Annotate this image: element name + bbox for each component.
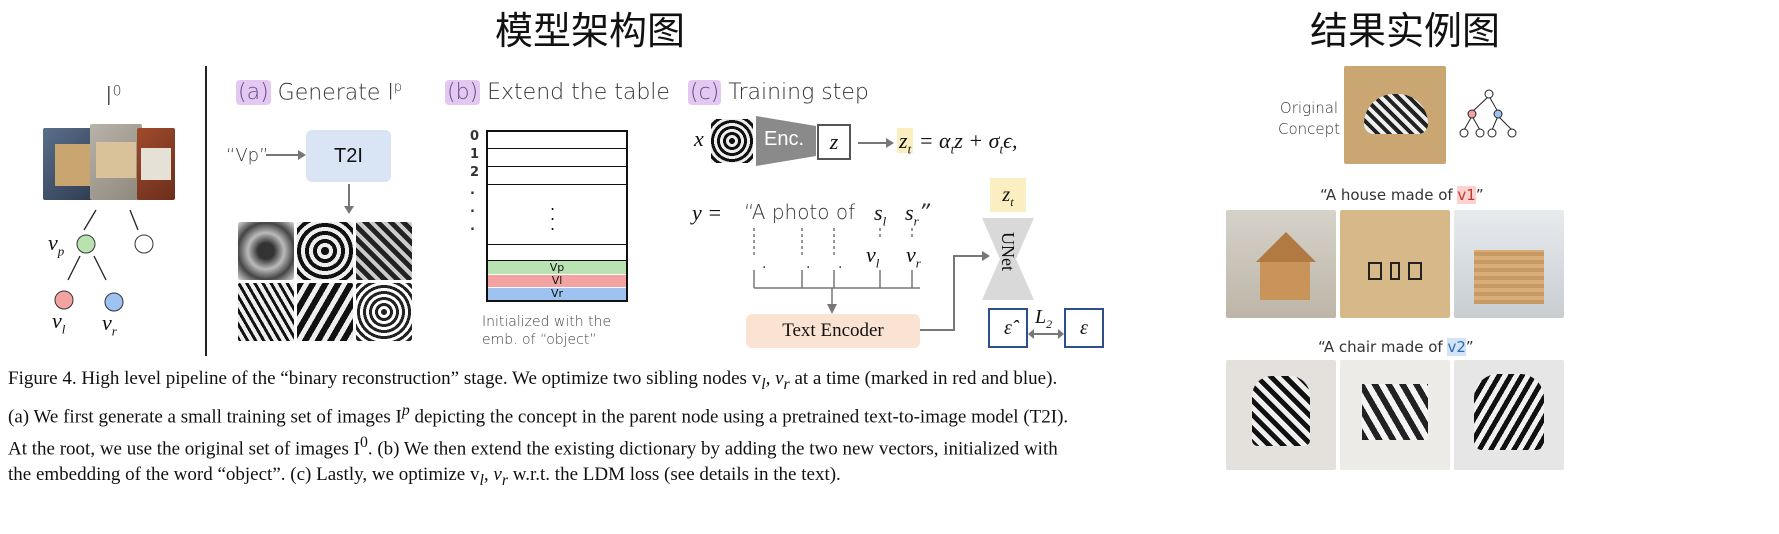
vp-label: vp — [48, 230, 65, 259]
sl-token: sl — [874, 200, 887, 229]
original-concept-photo — [1344, 66, 1446, 164]
arrow-to-samples — [344, 184, 354, 214]
t2i-box: T2I — [306, 130, 391, 182]
encoder-to-unet-arrow — [920, 251, 990, 331]
chair-photo-3 — [1454, 360, 1564, 470]
row-vp: Vp — [488, 260, 626, 274]
root-photo-2 — [90, 124, 142, 200]
root-photo-3 — [137, 128, 175, 200]
chair-photo-2 — [1340, 360, 1450, 470]
vl-label: vl — [52, 308, 66, 337]
eps-box: ε — [1064, 308, 1104, 348]
arrow-to-zt — [858, 138, 894, 148]
row-indices: 0 1 2 . . . — [470, 129, 480, 234]
loss-arrow — [1028, 329, 1064, 339]
unet-label: UNet — [998, 232, 1018, 271]
prompt-text: “A photo of — [744, 200, 856, 224]
vp-prompt: “Vp” — [226, 145, 269, 166]
figure-caption: Figure 4. High level pipeline of the “bi… — [8, 368, 1069, 490]
original-concept-label: Original Concept — [1278, 99, 1341, 138]
root-photo-1 — [43, 128, 95, 200]
results-title: 结果实例图 — [1310, 9, 1501, 53]
house-photo-2 — [1340, 210, 1450, 318]
z-box: z — [817, 124, 851, 160]
eps-hat-box: ε̂ — [988, 308, 1028, 348]
concept-tree-icon — [1459, 89, 1517, 138]
panel-b-title: (b) Extend the table — [445, 80, 670, 105]
embedding-table: Vp Vl Vr ... — [486, 130, 628, 302]
vp-node — [76, 234, 96, 254]
vr-label: vr — [102, 310, 117, 339]
chair-prompt: “A chair made of v2” — [1318, 338, 1474, 356]
x-image — [711, 119, 753, 163]
encoder-label: Enc. — [764, 128, 805, 150]
arrow-to-t2i — [266, 150, 306, 160]
vr-token: vr — [906, 242, 921, 271]
noise-formula: zt = αtz + σtϵ, — [897, 128, 1018, 157]
init-note: Initialized with the emb. of “object” — [482, 314, 612, 348]
house-prompt: “A house made of v1” — [1320, 186, 1484, 204]
house-photo-3 — [1454, 210, 1564, 318]
panel-a-title: (a) Generate Ip — [236, 80, 403, 106]
svg-text:.: . — [806, 256, 810, 272]
vl-node — [54, 290, 74, 310]
i0-label: I0 — [105, 82, 122, 112]
architecture-title: 模型架构图 — [495, 9, 686, 53]
generated-samples — [238, 222, 414, 342]
x-label: x — [694, 126, 704, 151]
text-encoder-box: Text Encoder — [746, 314, 920, 348]
y-eq: y = — [692, 200, 723, 225]
panel-c-title: (c) Training step — [688, 80, 869, 105]
chair-photo-1 — [1226, 360, 1336, 470]
house-photo-1 — [1226, 210, 1336, 318]
row-vl: Vl — [488, 275, 626, 287]
sr-token: sr” — [905, 200, 931, 229]
sibling-node — [134, 234, 154, 254]
row-vr: Vr — [488, 288, 626, 300]
zt-input: zt — [990, 178, 1026, 212]
vr-node — [104, 292, 124, 312]
divider — [205, 66, 207, 356]
vl-token: vl — [866, 242, 880, 271]
svg-text:.: . — [762, 256, 766, 272]
svg-text:.: . — [838, 256, 842, 272]
